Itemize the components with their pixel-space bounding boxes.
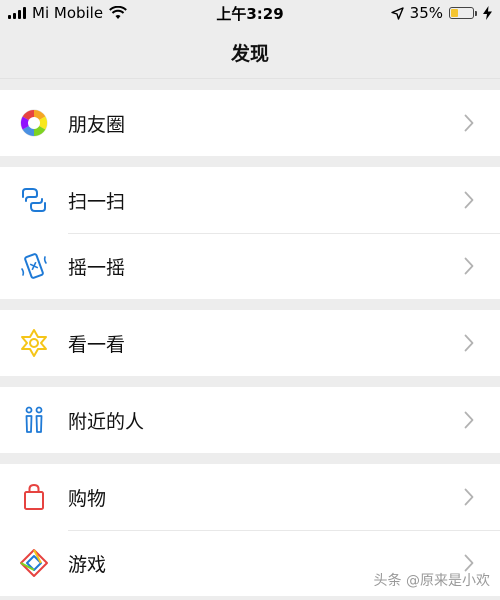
signal-strength-icon: [8, 7, 26, 19]
shopping-bag-icon: [17, 480, 51, 514]
menu-item-label: 购物: [68, 487, 107, 510]
menu-item-top-stories[interactable]: 看一看: [0, 310, 500, 376]
menu-group-nearby: 附近的人: [0, 387, 500, 453]
chevron-right-icon: [458, 112, 480, 134]
section-gap: [0, 453, 500, 464]
battery-icon: [449, 7, 477, 19]
charging-bolt-icon: [483, 6, 492, 20]
section-gap: [0, 376, 500, 387]
menu-item-label: 摇一摇: [68, 256, 126, 279]
menu-group-moments: 朋友圈: [0, 90, 500, 156]
menu-item-label: 附近的人: [68, 410, 145, 433]
carrier-name: Mi Mobile: [32, 4, 104, 22]
menu-item-shopping[interactable]: 购物: [0, 464, 500, 530]
menu-item-label: 朋友圈: [68, 113, 126, 136]
people-nearby-icon: [17, 403, 51, 437]
chevron-right-icon: [458, 255, 480, 277]
wifi-icon: [109, 6, 127, 19]
page-title: 发现: [230, 42, 269, 65]
nav-bar: 发现: [0, 26, 500, 79]
menu-item-label: 看一看: [68, 333, 126, 356]
battery-percent: 35%: [409, 4, 443, 22]
watermark: 头条 @原来是小欢: [373, 573, 490, 589]
menu-item-moments[interactable]: 朋友圈: [0, 90, 500, 156]
chevron-right-icon: [458, 486, 480, 508]
section-gap: [0, 156, 500, 167]
scan-icon: [17, 183, 51, 217]
shake-phone-icon: [17, 249, 51, 283]
status-bar: Mi Mobile 上午3:29 35%: [0, 0, 500, 26]
chevron-right-icon: [458, 189, 480, 211]
battery-fill: [451, 9, 459, 17]
menu-group-scan-shake: 扫一扫 摇一摇: [0, 167, 500, 299]
menu-item-people-nearby[interactable]: 附近的人: [0, 387, 500, 453]
status-right: 35%: [390, 4, 492, 22]
menu-item-label: 扫一扫: [68, 190, 126, 213]
menu-item-shake[interactable]: 摇一摇: [0, 233, 500, 299]
menu-item-scan[interactable]: 扫一扫: [0, 167, 500, 233]
section-gap: [0, 79, 500, 90]
chevron-right-icon: [458, 409, 480, 431]
section-gap: [0, 299, 500, 310]
moments-aperture-icon: [17, 106, 51, 140]
top-stories-icon: [17, 326, 51, 360]
menu-group-top-stories: 看一看: [0, 310, 500, 376]
location-arrow-icon: [390, 6, 404, 20]
status-left: Mi Mobile: [8, 4, 127, 22]
chevron-right-icon: [458, 332, 480, 354]
games-diamond-icon: [17, 546, 51, 580]
